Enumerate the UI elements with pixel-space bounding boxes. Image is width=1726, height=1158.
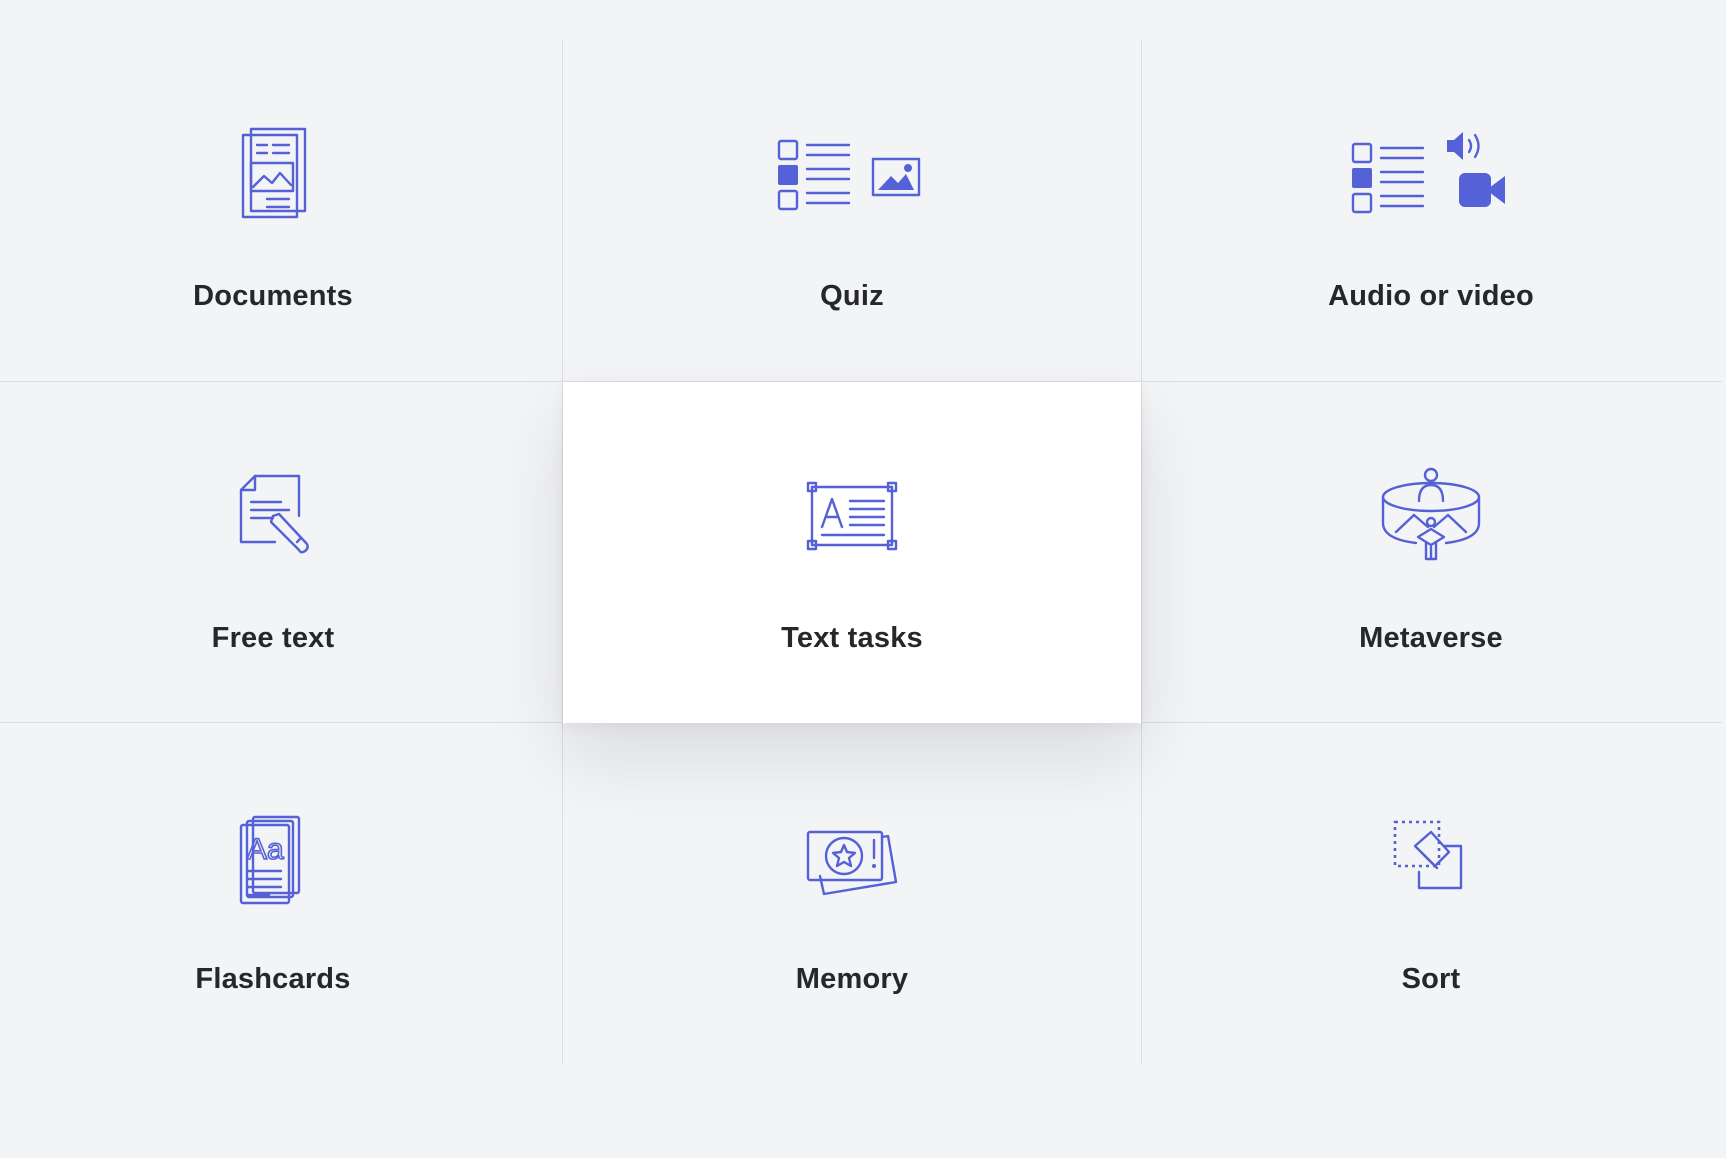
svg-text:Aa: Aa — [247, 833, 284, 866]
tile-label: Audio or video — [1328, 280, 1534, 312]
documents-icon — [0, 120, 562, 230]
tile-label: Text tasks — [781, 622, 923, 654]
tile-label: Sort — [1401, 963, 1461, 995]
metaverse-icon — [1142, 462, 1720, 572]
tile-audio-or-video[interactable]: Audio or video — [1142, 40, 1720, 381]
sort-icon — [1142, 803, 1720, 913]
tile-flashcards[interactable]: Aa Flashcards — [0, 723, 562, 1064]
tile-metaverse[interactable]: Metaverse — [1142, 382, 1720, 723]
free-text-icon — [0, 462, 562, 572]
tile-memory[interactable]: Memory — [563, 723, 1141, 1064]
tile-documents[interactable]: Documents — [0, 40, 562, 381]
tile-sort[interactable]: Sort — [1142, 723, 1720, 1064]
tile-label: Free text — [211, 622, 335, 654]
tile-label: Metaverse — [1359, 622, 1503, 654]
quiz-icon — [563, 120, 1141, 230]
tile-label: Flashcards — [195, 963, 351, 995]
tile-quiz[interactable]: Quiz — [563, 40, 1141, 381]
content-type-grid: Documents Quiz Audio or video Free text … — [0, 40, 1722, 1064]
tile-text-tasks[interactable]: Text tasks — [563, 382, 1141, 723]
tile-free-text[interactable]: Free text — [0, 382, 562, 723]
tile-label: Quiz — [820, 280, 884, 312]
text-tasks-icon — [563, 462, 1141, 572]
tile-label: Memory — [795, 963, 909, 995]
tile-label: Documents — [193, 280, 353, 312]
audio-video-icon — [1142, 120, 1720, 230]
memory-icon — [563, 803, 1141, 913]
flashcards-icon: Aa — [0, 803, 562, 913]
